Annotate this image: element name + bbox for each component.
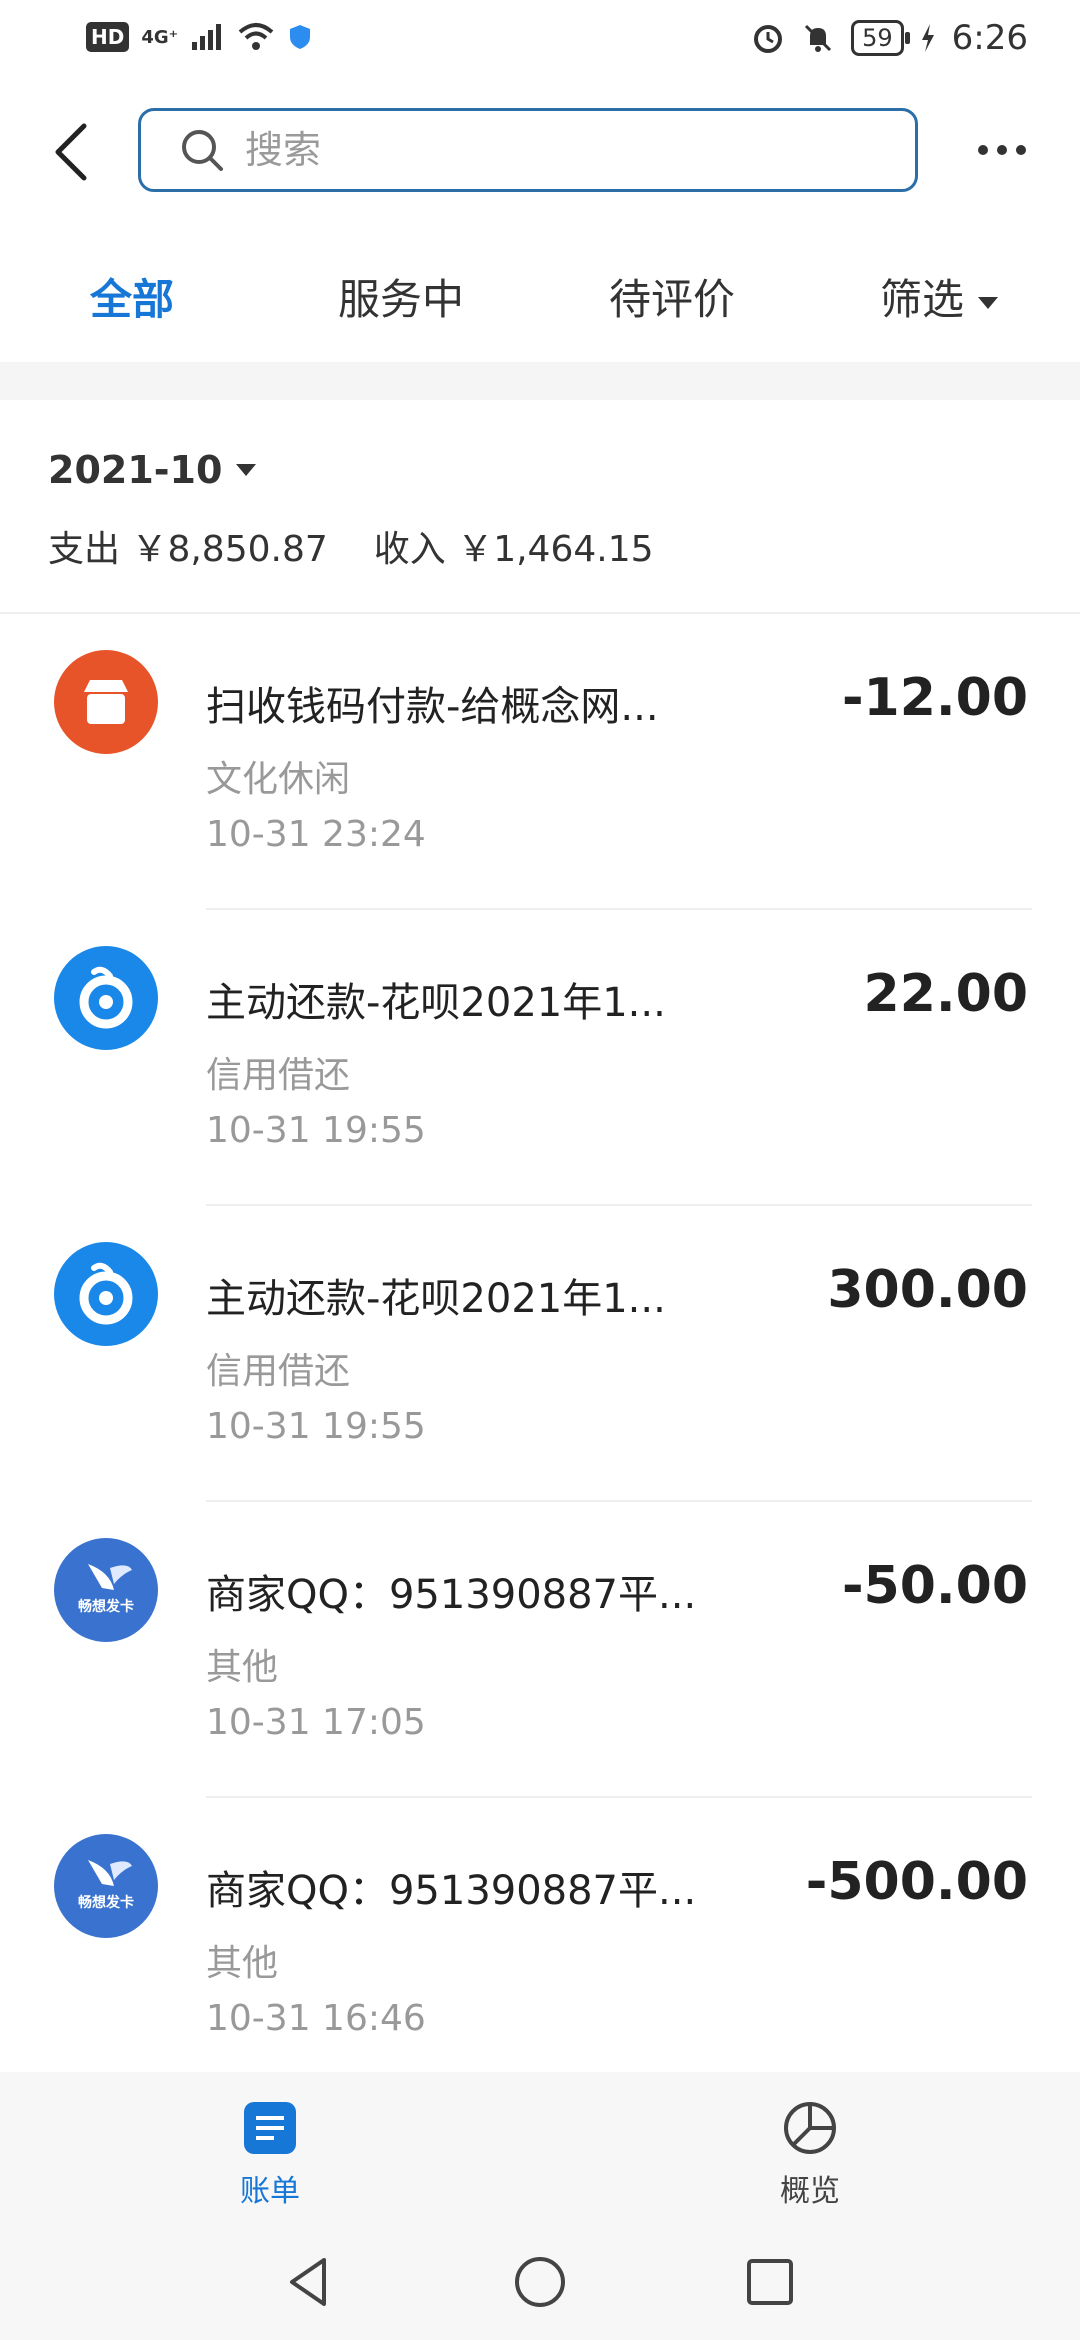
nav-overview-label: 概览: [780, 2174, 840, 2209]
hd-badge: HD: [86, 22, 130, 52]
tab-in-service[interactable]: 服务中: [338, 266, 464, 327]
huabei-icon: [54, 946, 158, 1050]
transaction-row[interactable]: 主动还款-花呗2021年1... 信用借还 10-31 19:55 300.00: [0, 1206, 1080, 1502]
transaction-category: 文化休闲: [206, 759, 351, 800]
transaction-category: 信用借还: [206, 1055, 351, 1096]
network-indicator: 4G⁺: [141, 26, 179, 48]
transaction-amount: -12.00: [841, 668, 1028, 728]
transaction-title: 商家QQ：951390887平...: [206, 1572, 697, 1618]
more-dots-icon: [978, 145, 988, 155]
nav-overview[interactable]: 概览: [730, 2100, 890, 2210]
store-icon: [54, 650, 158, 754]
pie-chart-icon: [784, 2102, 836, 2154]
nav-bill-label: 账单: [240, 2174, 300, 2209]
more-dots-icon: [1016, 145, 1026, 155]
changxiang-icon: 畅想发卡: [54, 1834, 158, 1938]
bill-icon: [244, 2102, 296, 2154]
caret-down-icon: [236, 464, 257, 476]
system-nav-bar: [0, 2222, 1080, 2340]
alarm-icon: [754, 25, 783, 53]
tab-bar: 全部 服务中 待评价 筛选: [0, 250, 1080, 340]
transaction-amount: 300.00: [827, 1260, 1028, 1320]
transaction-title: 主动还款-花呗2021年1...: [206, 980, 666, 1026]
back-button[interactable]: [44, 112, 104, 192]
home-circle-icon[interactable]: [510, 2252, 570, 2312]
transaction-time: 10-31 19:55: [206, 1110, 426, 1151]
transaction-time: 10-31 17:05: [206, 1702, 426, 1743]
battery-indicator: 59: [851, 20, 910, 56]
transaction-row[interactable]: 畅想发卡 商家QQ：951390887平... 其他 10-31 17:05 -…: [0, 1502, 1080, 1798]
expense-total: 支出 ￥8,850.87: [48, 529, 328, 570]
huabei-icon: [54, 1242, 158, 1346]
month-selector[interactable]: 2021-10: [48, 448, 257, 492]
changxiang-icon: 畅想发卡: [54, 1538, 158, 1642]
income-total: 收入 ￥1,464.15: [373, 529, 654, 570]
transaction-title: 商家QQ：951390887平...: [206, 1868, 697, 1914]
chevron-left-icon: [55, 123, 87, 181]
transaction-row[interactable]: 主动还款-花呗2021年1... 信用借还 10-31 19:55 22.00: [0, 910, 1080, 1206]
search-icon: [182, 130, 223, 171]
shield-icon: [290, 25, 311, 49]
transaction-amount: 22.00: [863, 964, 1028, 1024]
transaction-row[interactable]: 扫收钱码付款-给概念网... 文化休闲 10-31 23:24 -12.00: [0, 614, 1080, 910]
transaction-amount: -500.00: [805, 1852, 1028, 1912]
month-summary: 支出 ￥8,850.87 收入 ￥1,464.15: [48, 520, 654, 572]
status-right: 59 6:26: [751, 18, 1028, 58]
month-label: 2021-10: [48, 448, 223, 492]
status-bar: HD 4G⁺ 59 6:26: [0, 0, 1080, 80]
filter-label: 筛选: [880, 275, 965, 324]
transaction-time: 10-31 23:24: [206, 814, 426, 855]
transaction-amount: -50.00: [841, 1556, 1028, 1616]
back-triangle-icon[interactable]: [280, 2252, 340, 2312]
transaction-time: 10-31 19:55: [206, 1406, 426, 1447]
top-bar: [0, 100, 1080, 210]
merchant-logo-text: 畅想发卡: [78, 1599, 134, 1615]
search-input[interactable]: [243, 127, 747, 173]
signal-icon: [192, 24, 222, 50]
status-left: HD 4G⁺: [86, 22, 312, 52]
tab-to-review[interactable]: 待评价: [609, 266, 735, 327]
clock: 6:26: [951, 18, 1028, 58]
transaction-title: 主动还款-花呗2021年1...: [206, 1276, 666, 1322]
bottom-nav: 账单 概览: [0, 2072, 1080, 2222]
nav-bill[interactable]: 账单: [190, 2100, 350, 2210]
recents-square-icon[interactable]: [740, 2252, 800, 2312]
wifi-icon: [238, 23, 274, 50]
section-divider: [0, 362, 1080, 400]
charging-icon: [921, 24, 934, 52]
tab-filter[interactable]: 筛选: [880, 266, 999, 327]
transaction-list: 扫收钱码付款-给概念网... 文化休闲 10-31 23:24 -12.00 主…: [0, 614, 1080, 2094]
more-options-button[interactable]: [978, 130, 1038, 170]
tab-all[interactable]: 全部: [90, 266, 174, 327]
search-box[interactable]: [138, 108, 918, 192]
more-dots-icon: [997, 145, 1007, 155]
mute-bell-icon: [805, 24, 832, 52]
transaction-row[interactable]: 畅想发卡 商家QQ：951390887平... 其他 10-31 16:46 -…: [0, 1798, 1080, 2094]
caret-down-icon: [978, 296, 999, 309]
transaction-time: 10-31 16:46: [206, 1998, 426, 2039]
transaction-category: 信用借还: [206, 1351, 351, 1392]
transaction-title: 扫收钱码付款-给概念网...: [206, 684, 659, 730]
transaction-category: 其他: [206, 1647, 279, 1688]
merchant-logo-text: 畅想发卡: [78, 1895, 134, 1911]
transaction-category: 其他: [206, 1943, 279, 1984]
